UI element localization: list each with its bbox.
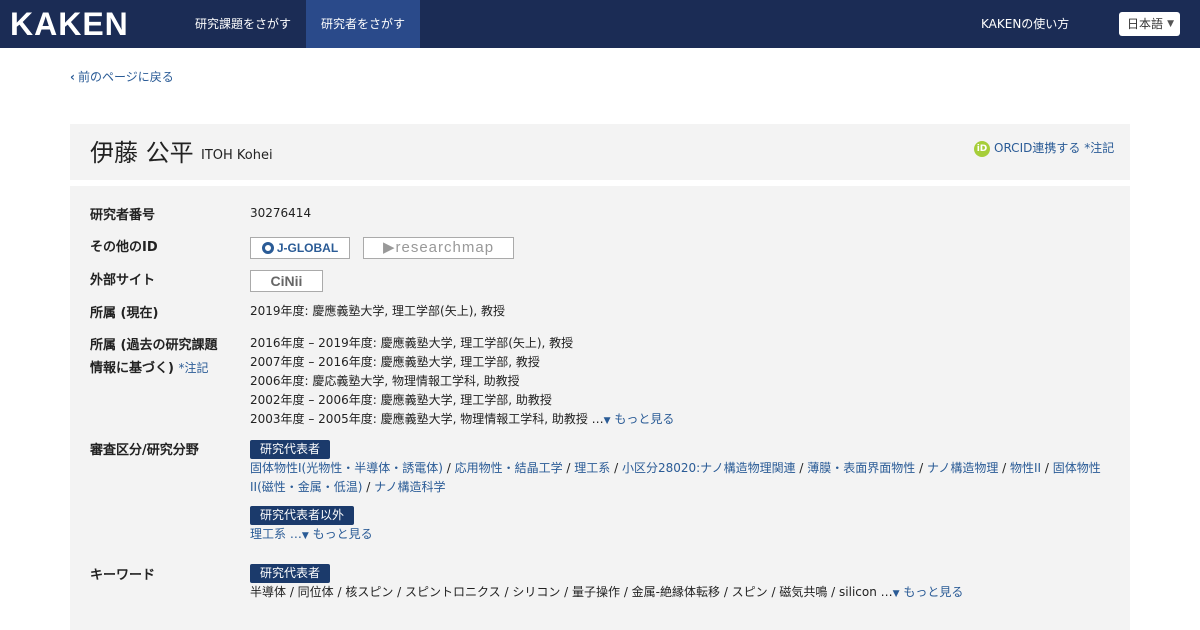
field-link[interactable]: 小区分28020:ナノ構造物理関連 [622, 461, 796, 475]
field-link[interactable]: ナノ構造科学 [374, 480, 445, 494]
top-navbar: KAKEN 研究課題をさがす 研究者をさがす KAKENの使い方 日本語 ▼ [0, 0, 1200, 48]
more-label: もっと見る [903, 585, 964, 599]
language-select[interactable]: 日本語 ▼ [1119, 12, 1180, 36]
list-item: 2016年度 – 2019年度: 慶應義塾大学, 理工学部(矢上), 教授 [250, 336, 574, 350]
more-label: もっと見る [312, 527, 373, 541]
label-review-field: 審査区分/研究分野 [90, 443, 199, 458]
language-label: 日本語 [1127, 17, 1164, 31]
label-affiliation-past-line2: 情報に基づく) [90, 361, 174, 376]
tag-non-principal-investigator: 研究代表者以外 [250, 506, 355, 525]
jglobal-logo-icon [261, 242, 274, 254]
researcher-name-en: ITOH Kohei [201, 148, 273, 163]
field-link[interactable]: 物性II [1010, 461, 1041, 475]
label-researcher-number: 研究者番号 [90, 208, 156, 223]
affiliation-more-link[interactable]: ▼ もっと見る [604, 412, 675, 426]
nav-help-link[interactable]: KAKENの使い方 [981, 0, 1069, 48]
orcid-icon: iD [974, 140, 990, 157]
orcid-link[interactable]: iD ORCID連携する *注記 [974, 140, 1114, 157]
play-icon: ▶ [382, 239, 396, 256]
cinii-button[interactable]: CiNii [250, 270, 323, 292]
researcher-details-panel: 研究者番号 30276414 その他のID J-GLOBAL ▶research… [70, 186, 1130, 630]
field-link[interactable]: 固体物性I(光物性・半導体・誘電体) [250, 461, 443, 475]
caret-down-icon: ▼ [603, 416, 611, 426]
label-external-sites: 外部サイト [90, 273, 156, 288]
tag-principal-investigator: 研究代表者 [250, 440, 331, 459]
field-link[interactable]: 理工系 … [250, 527, 302, 541]
researchmap-button[interactable]: ▶researchmap [363, 237, 514, 259]
nav-search-projects[interactable]: 研究課題をさがす [180, 0, 306, 48]
jglobal-label: J-GLOBAL [276, 241, 339, 255]
list-item: 2003年度 – 2005年度: 慶應義塾大学, 物理情報工学科, 助教授 …▼… [250, 410, 1110, 431]
orcid-note-link[interactable]: *注記 [1084, 141, 1114, 155]
list-item: 2006年度: 慶応義塾大学, 物理情報工学科, 助教授 [250, 374, 520, 388]
label-affiliation-past-line1: 所属 (過去の研究課題 [90, 338, 218, 353]
keywords-text: 半導体 / 同位体 / 核スピン / スピントロニクス / シリコン / 量子操… [250, 585, 893, 599]
affiliation-note-link[interactable]: *注記 [178, 361, 208, 375]
kaken-logo[interactable]: KAKEN [10, 6, 129, 42]
fields-non-pi-list: 理工系 …▼ もっと見る [250, 525, 1110, 546]
affiliation-past-list: 2016年度 – 2019年度: 慶應義塾大学, 理工学部(矢上), 教授 20… [250, 334, 1110, 431]
fields-pi-list: 固体物性I(光物性・半導体・誘電体) / 応用物性・結晶工学 / 理工系 / 小… [250, 461, 1101, 494]
affiliation-current: 2019年度: 慶應義塾大学, 理工学部(矢上), 教授 [250, 304, 506, 318]
affiliation-past-last: 2003年度 – 2005年度: 慶應義塾大学, 物理情報工学科, 助教授 … [250, 412, 604, 426]
label-affiliation-current: 所属 (現在) [90, 306, 159, 321]
keywords-list: 半導体 / 同位体 / 核スピン / スピントロニクス / シリコン / 量子操… [250, 583, 1110, 604]
more-label: もっと見る [614, 412, 675, 426]
nav-search-researchers[interactable]: 研究者をさがす [306, 0, 421, 48]
fields-more-link[interactable]: ▼ もっと見る [302, 527, 373, 541]
label-other-id: その他のID [90, 240, 158, 255]
field-link[interactable]: 理工系 [574, 461, 610, 475]
caret-down-icon: ▼ [301, 531, 309, 541]
caret-down-icon: ▼ [892, 589, 900, 599]
caret-down-icon: ▼ [1167, 19, 1174, 29]
tag-keywords-pi: 研究代表者 [250, 564, 331, 583]
orcid-link-label: ORCID連携する [994, 141, 1081, 155]
researchmap-label: researchmap [395, 239, 495, 256]
jglobal-button[interactable]: J-GLOBAL [250, 237, 350, 259]
researcher-name-card: 伊藤 公平 ITOH Kohei iD ORCID連携する *注記 [70, 124, 1130, 180]
label-affiliation-past: 所属 (過去の研究課題 情報に基づく) *注記 [90, 335, 217, 380]
field-link[interactable]: 応用物性・結晶工学 [455, 461, 563, 475]
researcher-name-ja: 伊藤 公平 [90, 139, 194, 167]
back-link-label: 前のページに戻る [77, 70, 174, 84]
label-keywords: キーワード [90, 568, 156, 583]
field-link[interactable]: ナノ構造物理 [927, 461, 998, 475]
back-link[interactable]: ‹ 前のページに戻る [70, 68, 174, 85]
chevron-left-icon: ‹ [70, 70, 75, 84]
researcher-number: 30276414 [250, 206, 312, 220]
list-item: 2007年度 – 2016年度: 慶應義塾大学, 理工学部, 教授 [250, 355, 540, 369]
list-item: 2002年度 – 2006年度: 慶應義塾大学, 理工学部, 助教授 [250, 393, 552, 407]
field-link[interactable]: 薄膜・表面界面物性 [807, 461, 915, 475]
keywords-more-link[interactable]: ▼ もっと見る [893, 585, 964, 599]
